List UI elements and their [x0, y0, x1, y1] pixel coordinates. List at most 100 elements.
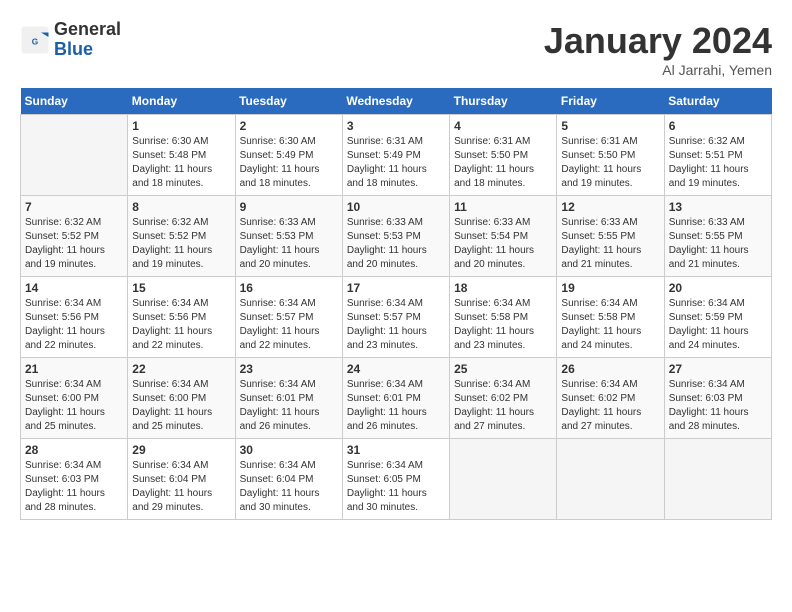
day-info: Sunrise: 6:34 AMSunset: 5:56 PMDaylight:… [25, 297, 123, 353]
calendar-cell: 25Sunrise: 6:34 AMSunset: 6:02 PMDayligh… [450, 358, 557, 439]
day-info: Sunrise: 6:33 AMSunset: 5:53 PMDaylight:… [240, 216, 338, 272]
calendar-cell: 26Sunrise: 6:34 AMSunset: 6:02 PMDayligh… [557, 358, 664, 439]
day-number: 20 [669, 281, 767, 295]
svg-text:G: G [32, 37, 38, 46]
day-info: Sunrise: 6:34 AMSunset: 6:00 PMDaylight:… [25, 378, 123, 434]
header-row: SundayMondayTuesdayWednesdayThursdayFrid… [21, 88, 772, 115]
month-title: January 2024 [544, 20, 772, 62]
calendar-body: 1 Sunrise: 6:30 AMSunset: 5:48 PMDaylight… [21, 115, 772, 520]
day-info: Sunrise: 6:30 AMSunset: 5:49 PMDaylight:… [240, 135, 338, 191]
day-number: 21 [25, 362, 123, 376]
logo-icon: G [20, 25, 50, 55]
column-header-sunday: Sunday [21, 88, 128, 115]
week-row-4: 28Sunrise: 6:34 AMSunset: 6:03 PMDayligh… [21, 439, 772, 520]
day-number: 2 [240, 119, 338, 133]
day-info: Sunrise: 6:34 AMSunset: 5:57 PMDaylight:… [240, 297, 338, 353]
day-info: Sunrise: 6:33 AMSunset: 5:53 PMDaylight:… [347, 216, 445, 272]
logo-line1: General [54, 19, 121, 39]
week-row-0: 1 Sunrise: 6:30 AMSunset: 5:48 PMDaylight… [21, 115, 772, 196]
day-info: Sunrise: 6:32 AMSunset: 5:52 PMDaylight:… [132, 216, 230, 272]
day-info: Sunrise: 6:34 AMSunset: 6:05 PMDaylight:… [347, 459, 445, 515]
calendar-cell: 21 Sunrise: 6:34 AMSunset: 6:00 PMDayligh… [21, 358, 128, 439]
week-row-1: 7 Sunrise: 6:32 AMSunset: 5:52 PMDaylight… [21, 196, 772, 277]
day-number: 14 [25, 281, 123, 295]
day-info: Sunrise: 6:32 AMSunset: 5:52 PMDaylight:… [25, 216, 123, 272]
day-info: Sunrise: 6:34 AMSunset: 6:01 PMDaylight:… [240, 378, 338, 434]
calendar-cell: 16Sunrise: 6:34 AMSunset: 5:57 PMDayligh… [235, 277, 342, 358]
calendar-cell: 8 Sunrise: 6:32 AMSunset: 5:52 PMDaylight… [128, 196, 235, 277]
day-number: 29 [132, 443, 230, 457]
calendar-table: SundayMondayTuesdayWednesdayThursdayFrid… [20, 88, 772, 520]
calendar-cell [450, 439, 557, 520]
day-number: 22 [132, 362, 230, 376]
day-info: Sunrise: 6:33 AMSunset: 5:55 PMDaylight:… [669, 216, 767, 272]
day-number: 23 [240, 362, 338, 376]
calendar-cell: 30Sunrise: 6:34 AMSunset: 6:04 PMDayligh… [235, 439, 342, 520]
day-info: Sunrise: 6:34 AMSunset: 6:04 PMDaylight:… [240, 459, 338, 515]
day-number: 17 [347, 281, 445, 295]
day-number: 8 [132, 200, 230, 214]
location: Al Jarrahi, Yemen [544, 62, 772, 78]
day-number: 19 [561, 281, 659, 295]
calendar-cell: 4 Sunrise: 6:31 AMSunset: 5:50 PMDaylight… [450, 115, 557, 196]
day-info: Sunrise: 6:30 AMSunset: 5:48 PMDaylight:… [132, 135, 230, 191]
day-info: Sunrise: 6:34 AMSunset: 6:02 PMDaylight:… [561, 378, 659, 434]
calendar-cell: 2 Sunrise: 6:30 AMSunset: 5:49 PMDaylight… [235, 115, 342, 196]
calendar-cell [21, 115, 128, 196]
day-info: Sunrise: 6:32 AMSunset: 5:51 PMDaylight:… [669, 135, 767, 191]
day-number: 18 [454, 281, 552, 295]
calendar-cell: 15Sunrise: 6:34 AMSunset: 5:56 PMDayligh… [128, 277, 235, 358]
day-number: 24 [347, 362, 445, 376]
day-info: Sunrise: 6:34 AMSunset: 6:03 PMDaylight:… [25, 459, 123, 515]
calendar-cell: 23 Sunrise: 6:34 AMSunset: 6:01 PMDayligh… [235, 358, 342, 439]
day-number: 5 [561, 119, 659, 133]
calendar-cell: 3 Sunrise: 6:31 AMSunset: 5:49 PMDaylight… [342, 115, 449, 196]
day-info: Sunrise: 6:34 AMSunset: 5:59 PMDaylight:… [669, 297, 767, 353]
day-info: Sunrise: 6:34 AMSunset: 6:03 PMDaylight:… [669, 378, 767, 434]
day-info: Sunrise: 6:31 AMSunset: 5:50 PMDaylight:… [454, 135, 552, 191]
day-info: Sunrise: 6:33 AMSunset: 5:54 PMDaylight:… [454, 216, 552, 272]
page-header: G General Blue January 2024 Al Jarrahi, … [20, 20, 772, 78]
logo: G General Blue [20, 20, 121, 60]
calendar-cell: 19Sunrise: 6:34 AMSunset: 5:58 PMDayligh… [557, 277, 664, 358]
column-header-saturday: Saturday [664, 88, 771, 115]
calendar-cell [664, 439, 771, 520]
calendar-cell: 28Sunrise: 6:34 AMSunset: 6:03 PMDayligh… [21, 439, 128, 520]
day-number: 12 [561, 200, 659, 214]
day-number: 10 [347, 200, 445, 214]
day-number: 15 [132, 281, 230, 295]
day-number: 7 [25, 200, 123, 214]
calendar-cell: 5 Sunrise: 6:31 AMSunset: 5:50 PMDaylight… [557, 115, 664, 196]
calendar-cell: 31Sunrise: 6:34 AMSunset: 6:05 PMDayligh… [342, 439, 449, 520]
day-number: 11 [454, 200, 552, 214]
column-header-friday: Friday [557, 88, 664, 115]
calendar-cell: 14 Sunrise: 6:34 AMSunset: 5:56 PMDayligh… [21, 277, 128, 358]
calendar-cell: 10 Sunrise: 6:33 AMSunset: 5:53 PMDayligh… [342, 196, 449, 277]
calendar-cell: 9 Sunrise: 6:33 AMSunset: 5:53 PMDaylight… [235, 196, 342, 277]
day-info: Sunrise: 6:31 AMSunset: 5:50 PMDaylight:… [561, 135, 659, 191]
column-header-thursday: Thursday [450, 88, 557, 115]
column-header-tuesday: Tuesday [235, 88, 342, 115]
day-number: 9 [240, 200, 338, 214]
calendar-cell: 7 Sunrise: 6:32 AMSunset: 5:52 PMDaylight… [21, 196, 128, 277]
day-info: Sunrise: 6:34 AMSunset: 6:02 PMDaylight:… [454, 378, 552, 434]
calendar-cell: 11 Sunrise: 6:33 AMSunset: 5:54 PMDayligh… [450, 196, 557, 277]
calendar-cell [557, 439, 664, 520]
day-info: Sunrise: 6:34 AMSunset: 5:57 PMDaylight:… [347, 297, 445, 353]
logo-text: General Blue [54, 20, 121, 60]
day-info: Sunrise: 6:31 AMSunset: 5:49 PMDaylight:… [347, 135, 445, 191]
day-info: Sunrise: 6:33 AMSunset: 5:55 PMDaylight:… [561, 216, 659, 272]
title-block: January 2024 Al Jarrahi, Yemen [544, 20, 772, 78]
calendar-cell: 20 Sunrise: 6:34 AMSunset: 5:59 PMDayligh… [664, 277, 771, 358]
calendar-cell: 12 Sunrise: 6:33 AMSunset: 5:55 PMDayligh… [557, 196, 664, 277]
calendar-cell: 24Sunrise: 6:34 AMSunset: 6:01 PMDayligh… [342, 358, 449, 439]
calendar-cell: 22Sunrise: 6:34 AMSunset: 6:00 PMDayligh… [128, 358, 235, 439]
day-info: Sunrise: 6:34 AMSunset: 5:58 PMDaylight:… [454, 297, 552, 353]
calendar-cell: 13 Sunrise: 6:33 AMSunset: 5:55 PMDayligh… [664, 196, 771, 277]
day-number: 27 [669, 362, 767, 376]
day-number: 3 [347, 119, 445, 133]
day-number: 13 [669, 200, 767, 214]
day-number: 4 [454, 119, 552, 133]
week-row-2: 14 Sunrise: 6:34 AMSunset: 5:56 PMDayligh… [21, 277, 772, 358]
day-number: 1 [132, 119, 230, 133]
